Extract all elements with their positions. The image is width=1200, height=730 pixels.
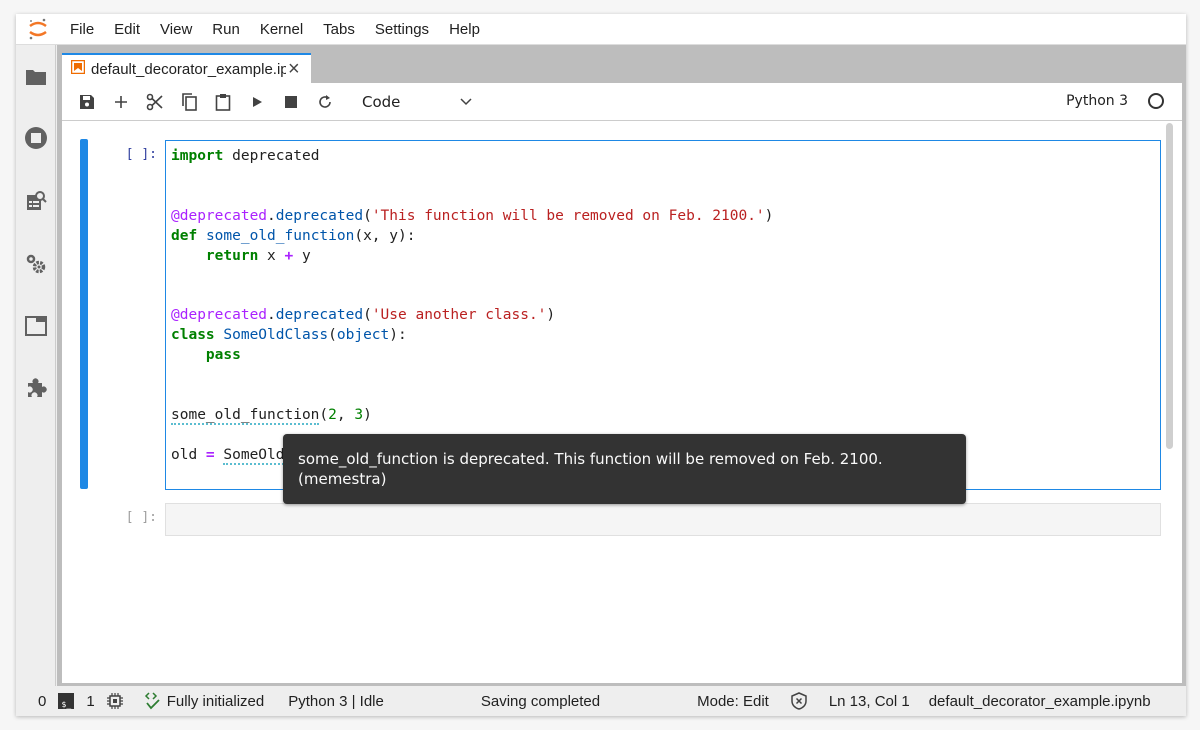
interrupt-kernel-button[interactable] [274,88,308,116]
tooltip-message: some_old_function is deprecated. This fu… [298,450,883,468]
kernel-status[interactable]: Python 3 | Idle [288,693,384,710]
insert-cell-button[interactable] [104,88,138,116]
empty-cell-prompt: [ ]: [125,510,157,525]
tab-close-icon[interactable]: × [288,58,300,81]
cut-cell-button[interactable] [138,88,172,116]
scissors-icon [146,93,163,110]
code-line: def some_old_function(x, y): [171,227,416,244]
menu-settings[interactable]: Settings [365,21,439,38]
left-sidebar [16,45,56,686]
terminals-count[interactable]: 0 [38,693,46,710]
kernels-count[interactable]: 1 [86,693,94,710]
code-content: import deprecated @deprecated.deprecated… [171,147,1155,466]
copy-icon [182,92,197,111]
code-line: @deprecated.deprecated('This function wi… [171,207,774,224]
menu-tabs[interactable]: Tabs [313,21,365,38]
tab-title: default_decorator_example.ipynb [91,60,286,78]
folder-icon[interactable] [24,65,48,89]
menu-file[interactable]: File [60,21,104,38]
notebook-toolbar: Code Python 3 [62,83,1182,121]
kernel-idle-status-icon [1148,93,1164,109]
code-line: import deprecated [171,148,320,164]
chevron-down-icon [460,97,472,105]
plus-icon [115,95,127,108]
empty-code-cell-editor[interactable] [165,503,1161,536]
cursor-position[interactable]: Ln 13, Col 1 [829,693,910,710]
active-cell-collapser[interactable] [80,139,88,489]
notebook-tab[interactable]: default_decorator_example.ipynb × [62,53,311,83]
notebook-icon [70,59,86,78]
settings-gears-icon[interactable] [24,252,48,276]
save-icon [80,94,94,109]
menu-help[interactable]: Help [439,21,490,38]
menu-kernel[interactable]: Kernel [250,21,313,38]
lsp-check-icon [144,692,160,710]
terminal-icon[interactable]: $_ [58,693,75,709]
diagnostic-tooltip: some_old_function is deprecated. This fu… [283,434,966,504]
refresh-icon [319,94,331,108]
save-status: Saving completed [480,692,601,710]
code-line: return x + y [205,247,311,264]
menu-run[interactable]: Run [202,21,250,38]
play-icon [253,96,262,107]
paste-cell-button[interactable] [206,88,240,116]
kernel-name-button[interactable]: Python 3 [1066,93,1128,109]
stop-icon [285,95,297,108]
paste-icon [215,93,231,111]
status-bar: 0 $_ 1 Fully initialized Python 3 | Idle… [16,686,1186,716]
jupyter-logo-icon [16,14,60,45]
jupyterlab-window: File Edit View Run Kernel Tabs Settings … [16,14,1186,716]
notebook-cells: [ ]: import deprecated @deprecated.depre… [62,121,1182,681]
extension-puzzle-icon[interactable] [24,376,48,400]
copy-cell-button[interactable] [172,88,206,116]
cell-type-select[interactable]: Code [362,93,472,111]
code-line: some_old_function(2, 3) [171,406,372,425]
cpu-chip-icon[interactable] [106,693,123,709]
tooltip-source: (memestra) [298,470,387,488]
notebook-panel: Code Python 3 [ ]: import deprecated @de… [62,83,1182,683]
cell-type-value: Code [362,92,401,111]
tabs-icon[interactable] [24,314,48,338]
save-button[interactable] [70,88,104,116]
notebook-scrollbar[interactable] [1166,123,1173,449]
trust-shield-icon[interactable] [791,692,807,710]
running-stop-icon[interactable] [24,126,48,150]
restart-kernel-button[interactable] [308,88,342,116]
menu-view[interactable]: View [150,21,202,38]
menu-edit[interactable]: Edit [104,21,150,38]
code-line: class SomeOldClass(object): [171,327,407,344]
editor-mode: Mode: Edit [697,692,769,710]
code-line: @deprecated.deprecated('Use another clas… [171,307,556,324]
status-filename: default_decorator_example.ipynb [928,692,1151,710]
run-cell-button[interactable] [240,88,274,116]
menu-bar: File Edit View Run Kernel Tabs Settings … [16,14,1186,45]
cell-input-prompt: [ ]: [125,147,157,162]
main-dock-area: default_decorator_example.ipynb × [57,45,1186,686]
property-inspector-icon[interactable] [24,189,48,213]
lsp-status[interactable]: Fully initialized [143,692,264,710]
code-line: pass [205,347,241,364]
